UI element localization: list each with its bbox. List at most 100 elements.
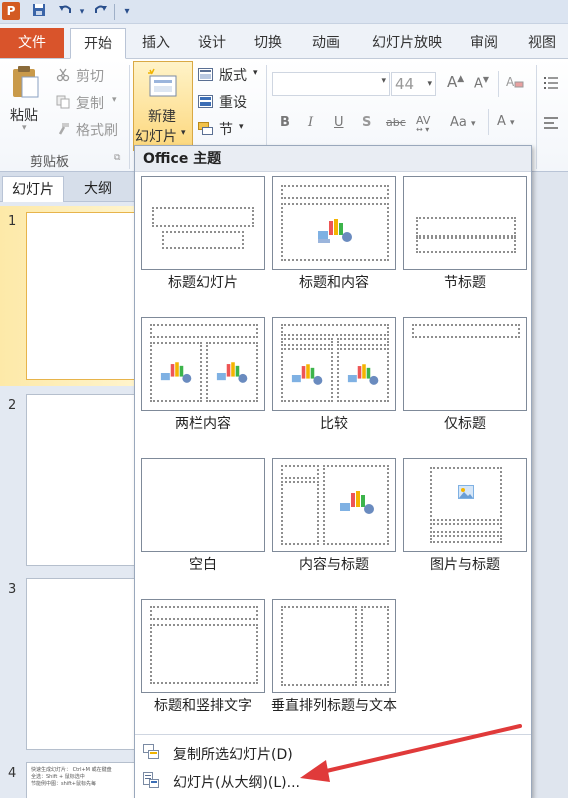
- slide-thumbnail-row[interactable]: 1: [0, 206, 136, 386]
- font-size-value: 44: [395, 75, 415, 93]
- slide-text-line: 节能例中图：shift+鼠标先每: [31, 781, 96, 787]
- shrink-font-label: A: [474, 76, 483, 92]
- toolbar-separator: [114, 4, 115, 20]
- font-separator: [498, 71, 499, 97]
- clear-formatting-icon[interactable]: A: [506, 74, 524, 94]
- text-shadow-button[interactable]: S: [362, 115, 371, 130]
- layout-icon: [198, 68, 213, 85]
- slide-thumbnail-row[interactable]: 3: [0, 574, 136, 754]
- copy-dropdown-icon[interactable]: ▾: [112, 95, 117, 105]
- change-case-button[interactable]: Aa ▾: [450, 115, 476, 130]
- duplicate-slides-menu-item[interactable]: 复制所选幻灯片(D): [135, 739, 531, 767]
- layout-label: 标题和竖排文字: [154, 698, 252, 714]
- tab-slideshow[interactable]: 幻灯片放映: [362, 28, 452, 59]
- clipboard-launcher-icon[interactable]: ⧉: [114, 153, 120, 163]
- layout-thumbnail: [272, 176, 396, 270]
- section-icon: [198, 122, 213, 139]
- slides-from-outline-icon: [143, 772, 159, 788]
- layout-thumbnail: [141, 317, 265, 411]
- powerpoint-logo: P: [2, 2, 20, 20]
- tab-insert[interactable]: 插入: [134, 28, 178, 59]
- menu-label: 复制所选幻灯片(D): [173, 747, 293, 763]
- tab-outline[interactable]: 大纲: [70, 176, 126, 202]
- undo-dropdown-icon[interactable]: ▾: [73, 3, 91, 21]
- bullets-icon[interactable]: [544, 77, 558, 93]
- font-name-input[interactable]: ▾: [272, 72, 390, 96]
- italic-button[interactable]: I: [308, 115, 313, 130]
- slide-text-line: 全选：Shift + 鼠标选中: [31, 774, 85, 780]
- paste-dropdown-icon[interactable]: ▾: [22, 123, 27, 133]
- slide-thumbnail-row[interactable]: 2: [0, 390, 136, 570]
- reset-button[interactable]: 重设: [219, 92, 247, 112]
- layout-button[interactable]: 版式: [219, 65, 247, 85]
- tab-transitions[interactable]: 切换: [246, 28, 290, 59]
- layout-thumbnail: [272, 317, 396, 411]
- font-separator: [488, 109, 489, 135]
- redo-icon[interactable]: [92, 3, 110, 21]
- strikethrough-button[interactable]: abc: [386, 116, 406, 129]
- tab-design[interactable]: 设计: [190, 28, 234, 59]
- slide-thumbnail[interactable]: [26, 394, 136, 566]
- slide-thumbnail[interactable]: [26, 578, 136, 750]
- font-size-dropdown-icon[interactable]: ▾: [427, 73, 432, 95]
- new-slide-label: 新建: [148, 109, 176, 125]
- layout-dropdown-icon[interactable]: ▾: [253, 68, 258, 78]
- slide-thumbnail-row[interactable]: 4 快速生成幻灯片： Ctrl+M 或在键盘 全选：Shift + 鼠标选中 节…: [0, 758, 136, 798]
- gallery-header: Office 主题: [135, 146, 531, 172]
- placeholder: [162, 231, 244, 249]
- slide-thumbnail[interactable]: [26, 212, 136, 380]
- placeholder: [150, 606, 258, 620]
- layout-label: 比较: [320, 416, 348, 432]
- new-slide-label-2: 幻灯片: [135, 129, 177, 145]
- slide-thumbnail[interactable]: 快速生成幻灯片： Ctrl+M 或在键盘 全选：Shift + 鼠标选中 节能例…: [26, 762, 136, 798]
- font-color-button[interactable]: A ▾: [497, 114, 515, 129]
- bold-button[interactable]: B: [280, 115, 290, 130]
- paste-button[interactable]: 粘贴: [10, 105, 38, 125]
- slides-from-outline-menu-item[interactable]: 幻灯片(从大纲)(L)...: [135, 767, 531, 795]
- undo-icon[interactable]: [56, 3, 74, 21]
- shrink-font-button[interactable]: A▼: [474, 75, 489, 91]
- section-button[interactable]: 节: [219, 119, 233, 139]
- tab-review[interactable]: 审阅: [462, 28, 506, 59]
- underline-button[interactable]: U: [334, 115, 344, 130]
- placeholder: [416, 217, 516, 237]
- new-slide-dropdown-icon: ▾: [181, 128, 186, 138]
- slide-number: 1: [8, 214, 17, 229]
- placeholder: [206, 342, 258, 402]
- grow-font-button[interactable]: A▲: [447, 73, 464, 91]
- placeholder: [323, 465, 389, 545]
- cut-button[interactable]: 剪切: [76, 66, 104, 86]
- grow-font-label: A: [447, 73, 458, 91]
- slide-number: 3: [8, 582, 17, 597]
- duplicate-slides-icon: [143, 744, 159, 760]
- layout-label: 垂直排列标题与文本: [271, 698, 397, 714]
- layout-label: 标题幻灯片: [168, 275, 238, 291]
- placeholder: [281, 324, 389, 336]
- font-name-dropdown-icon[interactable]: ▾: [381, 76, 386, 86]
- tab-home[interactable]: 开始: [70, 28, 126, 59]
- copy-icon: [56, 95, 70, 113]
- paste-icon[interactable]: [10, 65, 40, 99]
- placeholder: [281, 348, 333, 402]
- placeholder: [430, 523, 502, 533]
- format-painter-button[interactable]: 格式刷: [76, 120, 118, 140]
- customize-icon[interactable]: ▾: [118, 3, 136, 21]
- save-icon[interactable]: [30, 3, 48, 21]
- copy-button[interactable]: 复制: [76, 93, 104, 113]
- slides-panel: 幻灯片 大纲 1 2 3 4 快速生成幻灯片： Ctrl+M 或在键盘 全选：S…: [0, 172, 136, 798]
- align-left-icon[interactable]: [544, 117, 558, 133]
- slide-number: 2: [8, 398, 17, 413]
- change-case-label: Aa: [450, 115, 467, 130]
- placeholder: [412, 324, 520, 338]
- placeholder: [361, 606, 389, 686]
- font-color-label: A: [497, 114, 506, 129]
- character-spacing-button[interactable]: AV ↔ ▾: [416, 114, 430, 134]
- font-size-input[interactable]: 44 ▾: [391, 72, 436, 96]
- section-dropdown-icon[interactable]: ▾: [239, 122, 244, 132]
- tab-slides[interactable]: 幻灯片: [2, 176, 64, 202]
- layout-thumbnail: [141, 176, 265, 270]
- tab-file[interactable]: 文件: [0, 28, 64, 58]
- tab-animations[interactable]: 动画: [304, 28, 348, 59]
- tab-view[interactable]: 视图: [520, 28, 564, 59]
- new-slide-button[interactable]: 新建 幻灯片 ▾: [133, 61, 193, 151]
